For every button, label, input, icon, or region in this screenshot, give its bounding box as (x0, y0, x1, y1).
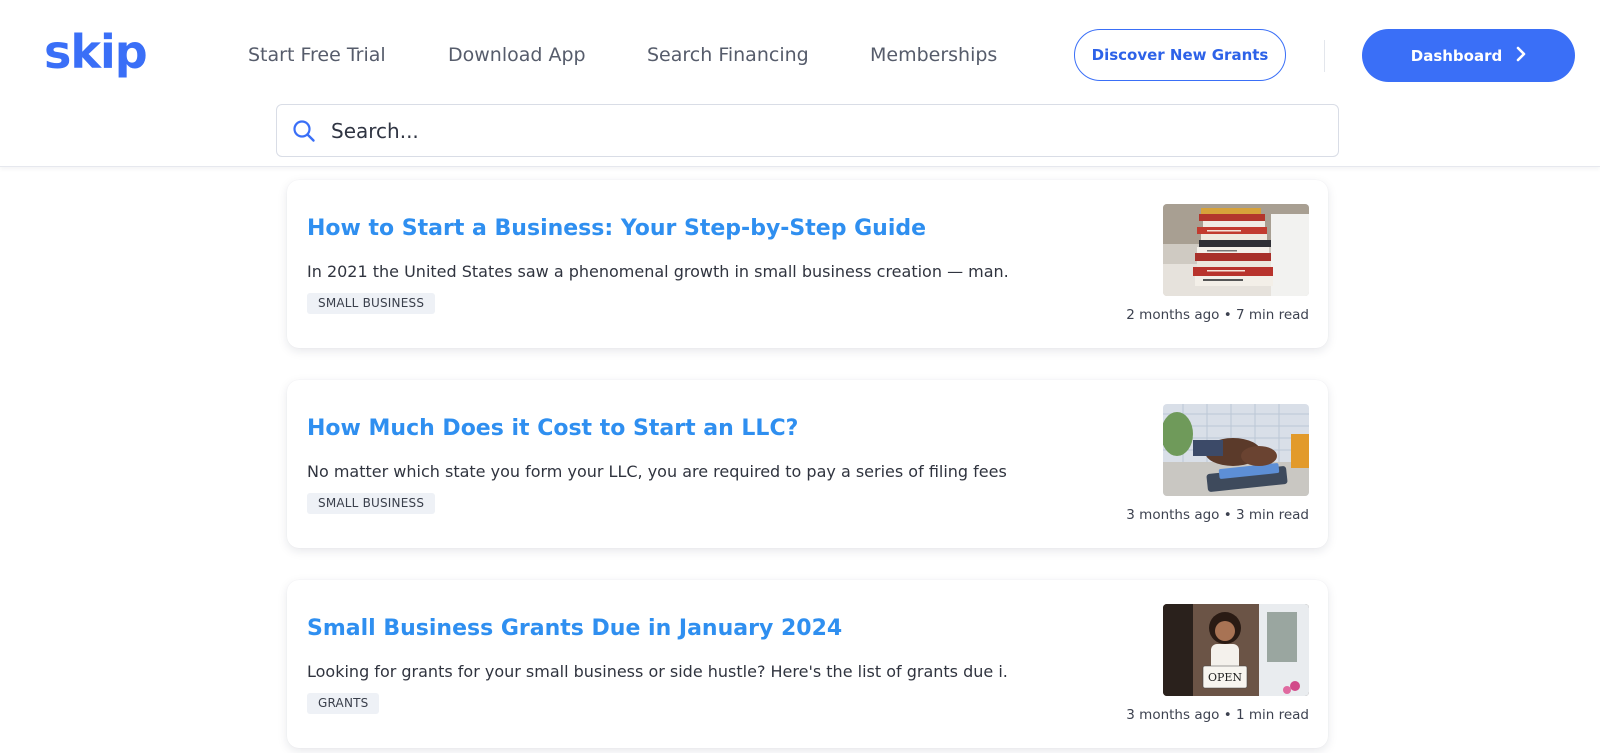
top-header: skip Start Free Trial Download App Searc… (0, 0, 1600, 167)
nav-memberships[interactable]: Memberships (870, 40, 997, 70)
chevron-right-icon (1516, 46, 1526, 66)
header-divider (1324, 40, 1325, 72)
hands-on-calculator-image[interactable] (1163, 404, 1309, 496)
dashboard-button[interactable]: Dashboard (1362, 29, 1575, 82)
article-excerpt: No matter which state you form your LLC,… (307, 462, 1007, 481)
discover-new-grants-button[interactable]: Discover New Grants (1074, 29, 1286, 81)
article-title[interactable]: How Much Does it Cost to Start an LLC? (307, 416, 1127, 441)
stack-of-books-image[interactable] (1163, 204, 1309, 296)
article-card[interactable]: How Much Does it Cost to Start an LLC? N… (287, 380, 1328, 548)
search-bar[interactable] (276, 104, 1339, 157)
article-tag[interactable]: GRANTS (307, 693, 380, 714)
article-excerpt: Looking for grants for your small busine… (307, 662, 1007, 681)
dashboard-label: Dashboard (1410, 46, 1503, 65)
article-tag[interactable]: SMALL BUSINESS (307, 493, 436, 514)
article-card[interactable]: How to Start a Business: Your Step-by-St… (287, 180, 1328, 348)
woman-holding-open-sign-image[interactable]: OPEN (1163, 604, 1309, 696)
article-card[interactable]: Small Business Grants Due in January 202… (287, 580, 1328, 748)
article-meta: 2 months ago • 7 min read (1126, 307, 1309, 323)
skip-logo[interactable]: skip (44, 22, 148, 82)
search-input[interactable] (329, 113, 1313, 149)
article-excerpt: In 2021 the United States saw a phenomen… (307, 262, 1007, 281)
article-meta: 3 months ago • 3 min read (1126, 507, 1309, 523)
article-tag[interactable]: SMALL BUSINESS (307, 293, 436, 314)
nav-start-free-trial[interactable]: Start Free Trial (248, 40, 386, 70)
article-title[interactable]: Small Business Grants Due in January 202… (307, 616, 1127, 641)
search-icon (292, 119, 316, 143)
article-title[interactable]: How to Start a Business: Your Step-by-St… (307, 216, 1127, 241)
discover-new-grants-label: Discover New Grants (1091, 46, 1269, 64)
open-sign-text: OPEN (1208, 671, 1242, 684)
nav-search-financing[interactable]: Search Financing (647, 40, 809, 70)
article-meta: 3 months ago • 1 min read (1126, 707, 1309, 723)
nav-download-app[interactable]: Download App (448, 40, 586, 70)
